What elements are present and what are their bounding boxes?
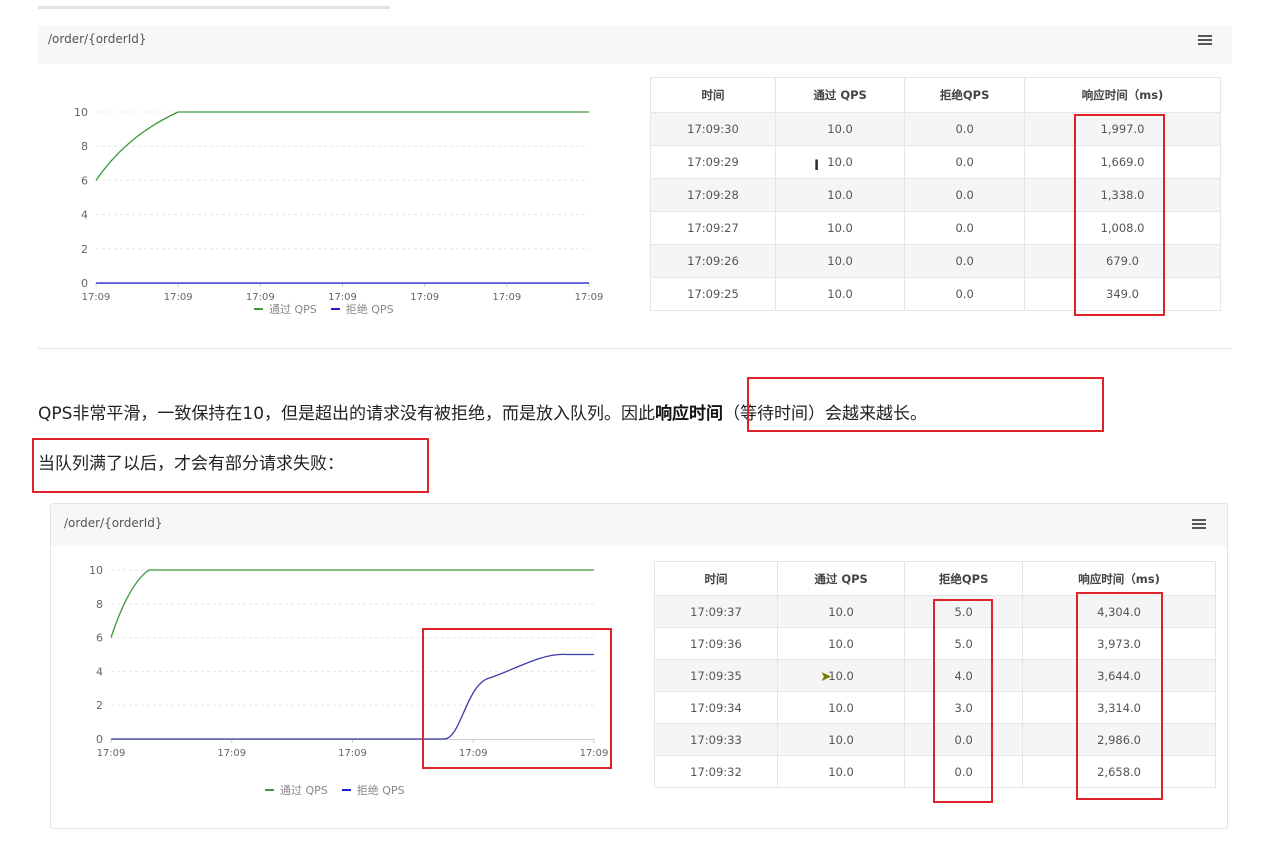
table-cell: 17:09:25 [650,277,776,311]
hamburger-menu-icon[interactable] [1198,35,1212,47]
column-header[interactable]: 拒绝QPS [904,561,1024,596]
x-tick-label: 17:09 [338,748,367,759]
table-cell: 10.0 [776,659,906,692]
qps-line-chart: 024681017:09 17:09 17:09 17:09 17:09 17:09 17:… [74,106,604,303]
table-header-row: 时间 通过 QPS 拒绝QPS 响应时间（ms) [650,77,1221,113]
table-cell: 0.0 [904,112,1026,146]
table-cell: 17:09:35 [654,659,778,692]
table-cell: 0.0 [904,244,1026,278]
table-cell: 17:09:33 [654,723,778,756]
column-header[interactable]: 时间 [650,77,776,113]
x-tick-label: 17:09 [217,748,246,759]
table-cell: 10.0 [774,112,906,146]
table-cell: 10.0 [774,211,906,245]
y-tick-label: 4 [81,209,88,222]
column-header[interactable]: 通过 QPS [774,77,906,113]
legend-item-pass[interactable]: 通过 QPS [254,301,317,317]
table-cell: 10.0 [776,723,906,756]
column-header[interactable]: 通过 QPS [776,561,906,596]
highlight-box-reject-qps [933,599,993,803]
table-cell: 0.0 [904,277,1026,311]
legend-item-pass[interactable]: 通过 QPS [265,782,328,798]
table-cell: 17:09:27 [650,211,776,245]
table-cell: 17:09:32 [654,755,778,788]
y-tick-label: 0 [96,733,103,746]
x-tick-label: 17:09 [97,748,126,759]
table-cell: 10.0 [774,178,906,212]
panel-header: /order/{orderId} [51,504,1227,546]
y-tick-label: 2 [81,243,88,256]
table-cell: 17:09:36 [654,627,778,660]
table-cell: 0.0 [904,178,1026,212]
highlight-box-paragraph-2 [32,438,429,493]
table-cell: 17:09:30 [650,112,776,146]
column-header[interactable]: 响应时间（ms) [1022,561,1216,596]
highlight-box-paragraph-1 [747,377,1104,432]
y-tick-label: 8 [81,140,88,153]
table-cell: 17:09:26 [650,244,776,278]
y-tick-label: 8 [96,598,103,611]
table-cell: 17:09:29 [650,145,776,179]
pointer-cursor-icon: ➤ [820,669,832,685]
column-header[interactable]: 响应时间（ms) [1024,77,1221,113]
x-tick-label: 17:09 [410,292,439,303]
panel-title: /order/{orderId} [64,516,163,530]
column-header[interactable]: 拒绝QPS [904,77,1026,113]
panel-title: /order/{orderId} [48,32,147,46]
column-header[interactable]: 时间 [654,561,778,596]
table-cell: 10.0 [776,595,906,628]
hamburger-menu-icon[interactable] [1192,519,1206,531]
y-tick-label: 2 [96,699,103,712]
legend-item-reject[interactable]: 拒绝 QPS [341,782,405,798]
x-tick-label: 17:09 [492,292,521,303]
table-cell: 17:09:34 [654,691,778,724]
table-cell: 10.0 [776,627,906,660]
y-tick-label: 10 [74,106,88,119]
chart-legend: 通过 QPS 拒绝 QPS [265,782,405,798]
table-cell: 10.0 [774,244,906,278]
table-cell: 0.0 [904,211,1026,245]
y-tick-label: 6 [96,632,103,645]
table-cell: 17:09:28 [650,178,776,212]
dashboard-panel-2: /order/{orderId} 0 2 4 6 8 10 17:09 17:09 17:09 1… [50,503,1228,829]
y-tick-label: 0 [81,277,88,290]
highlight-box-reject-curve [422,628,612,769]
text-cursor-icon: I [814,158,820,174]
table-cell: 17:09:37 [654,595,778,628]
table-cell: 0.0 [904,145,1026,179]
x-tick-label: 17:09 [575,292,604,303]
bold-response-time: 响应时间 [655,404,724,424]
highlight-box-response-time [1074,114,1165,316]
y-tick-label: 4 [96,665,103,678]
x-tick-label: 17:09 [82,292,111,303]
highlight-box-response-time-2 [1076,592,1163,800]
legend-item-reject[interactable]: 拒绝 QPS [330,301,394,317]
table-cell: 10.0 [776,755,906,788]
table-cell: 10.0 [774,145,906,179]
table-cell: 10.0 [776,691,906,724]
dashboard-panel-1: /order/{orderId} 0 2 4 6 8 10 17:09 17:09 17:09 1… [38,26,1232,349]
x-tick-label: 17:09 [164,292,193,303]
table-header-row: 时间 通过 QPS 拒绝QPS 响应时间（ms) [654,561,1216,596]
top-divider [38,6,390,9]
panel-header: /order/{orderId} [38,26,1232,64]
chart-legend: 通过 QPS 拒绝 QPS [254,301,394,317]
table-cell: 10.0 [774,277,906,311]
y-tick-label: 6 [81,174,88,187]
y-tick-label: 10 [89,564,103,577]
